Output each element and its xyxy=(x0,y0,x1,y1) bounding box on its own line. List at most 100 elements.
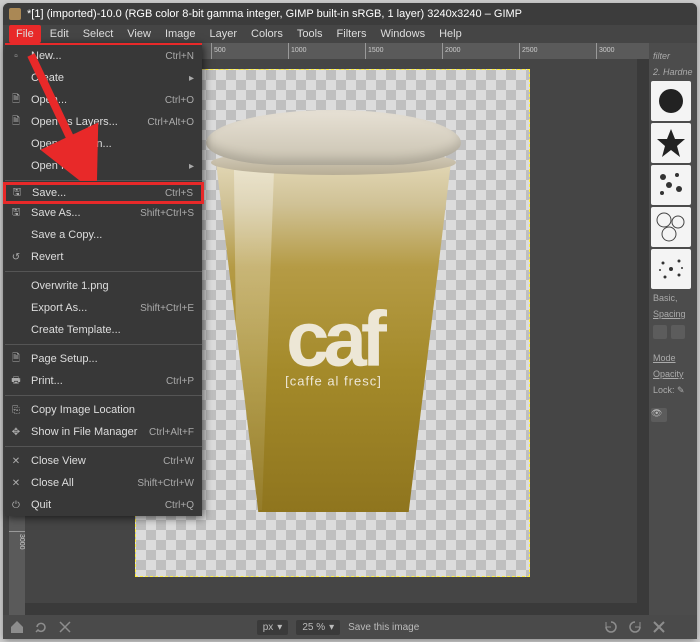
app-window: *[1] (imported)-10.0 (RGB color 8-bit ga… xyxy=(3,3,697,639)
menuitem-label: Save a Copy... xyxy=(31,229,186,241)
menuitem-create[interactable]: Create ▸ xyxy=(5,67,202,89)
menuitem-shortcut: Ctrl+Q xyxy=(165,500,194,511)
menuitem-show-in-file-manager[interactable]: ✥Show in File ManagerCtrl+Alt+F xyxy=(5,421,202,443)
menuitem-shortcut: Ctrl+N xyxy=(165,51,194,62)
menu-separator xyxy=(5,271,202,272)
mode-label[interactable]: Mode xyxy=(651,351,695,365)
menu-select[interactable]: Select xyxy=(78,27,119,41)
navigate-icon[interactable] xyxy=(675,619,691,635)
menuitem-shortcut: ▸ xyxy=(189,161,194,172)
menu-separator xyxy=(5,446,202,447)
menu-colors[interactable]: Colors xyxy=(246,27,288,41)
dropdown-icon: ▾ xyxy=(277,622,282,633)
ruler-tick: 1000 xyxy=(288,43,307,59)
menuitem-icon: ⎘ xyxy=(9,405,23,416)
menuitem-print[interactable]: 🖶Print...Ctrl+P xyxy=(5,370,202,392)
menuitem-icon: 🗎 xyxy=(9,351,23,368)
menuitem-shortcut: Ctrl+P xyxy=(166,376,194,387)
brush-preview-4[interactable] xyxy=(651,207,691,247)
menuitem-shortcut: Ctrl+W xyxy=(163,456,194,467)
hardness-label: 2. Hardne xyxy=(651,65,695,79)
scrollbar-vertical[interactable] xyxy=(637,59,649,603)
menuitem-copy-image-location[interactable]: ⎘ Copy Image Location xyxy=(5,399,202,421)
menu-edit[interactable]: Edit xyxy=(45,27,74,41)
lock-label: Lock: xyxy=(653,385,675,395)
menuitem-label: Close View xyxy=(31,455,155,467)
menuitem-shortcut: Shift+Ctrl+S xyxy=(140,208,194,219)
menuitem-label: Quit xyxy=(31,499,157,511)
spacing-label[interactable]: Spacing xyxy=(651,307,695,321)
menuitem-quit[interactable]: ⏻ Quit Ctrl+Q xyxy=(5,494,202,516)
panel-icon[interactable] xyxy=(653,325,667,339)
unit-selector[interactable]: px▾ xyxy=(257,620,289,635)
menuitem-shortcut: Ctrl+Alt+F xyxy=(149,427,194,438)
menuitem-icon: 🖫 xyxy=(10,185,24,202)
ruler-tick: 1500 xyxy=(365,43,384,59)
menuitem-open-recent[interactable]: Open Recent▸ xyxy=(5,155,202,177)
image-subject-cup: caf [caffe al fresc] xyxy=(216,110,451,520)
menuitem-shortcut: Shift+Ctrl+W xyxy=(137,478,194,489)
statusbar: px▾ 25 %▾ Save this image xyxy=(3,615,697,639)
menu-windows[interactable]: Windows xyxy=(375,27,430,41)
menuitem-shortcut: ▸ xyxy=(189,73,194,84)
menuitem-open-location[interactable]: Open Location... xyxy=(5,133,202,155)
menuitem-close-all[interactable]: ✕Close AllShift+Ctrl+W xyxy=(5,472,202,494)
menuitem-save-as[interactable]: 🖫Save As...Shift+Ctrl+S xyxy=(5,202,202,224)
crossbones-icon[interactable] xyxy=(651,619,667,635)
cup-logo-main: caf xyxy=(254,307,414,369)
menu-image[interactable]: Image xyxy=(160,27,201,41)
menuitem-label: Save... xyxy=(32,187,157,199)
brush-preview-1[interactable] xyxy=(651,81,691,121)
file-menu-dropdown: ▫New...Ctrl+NCreate▸🗎Open...Ctrl+O🗎Open … xyxy=(5,43,202,516)
zoom-selector[interactable]: 25 %▾ xyxy=(296,620,340,635)
basic-label: Basic, xyxy=(651,291,695,305)
scrollbar-horizontal[interactable] xyxy=(25,603,637,615)
menuitem-label: Create xyxy=(31,72,181,84)
visibility-eye-icon[interactable]: 👁 xyxy=(651,408,667,422)
menuitem-icon: 🗎 xyxy=(9,92,23,109)
menuitem-label: Open Location... xyxy=(31,138,186,150)
menuitem-page-setup[interactable]: 🗎 Page Setup... xyxy=(5,348,202,370)
status-message: Save this image xyxy=(348,622,419,633)
undo-icon[interactable] xyxy=(33,619,49,635)
menuitem-icon: ⏻ xyxy=(9,500,23,511)
rotate-right-icon[interactable] xyxy=(627,619,643,635)
menuitem-open-as-layers[interactable]: 🗎Open as Layers...Ctrl+Alt+O xyxy=(5,111,202,133)
menu-separator xyxy=(5,180,202,181)
menuitem-revert[interactable]: ↺Revert xyxy=(5,246,202,268)
menuitem-open[interactable]: 🗎Open...Ctrl+O xyxy=(5,89,202,111)
menuitem-export-as[interactable]: Export As...Shift+Ctrl+E xyxy=(5,297,202,319)
menu-layer[interactable]: Layer xyxy=(205,27,243,41)
menuitem-save[interactable]: 🖫 Save... Ctrl+S xyxy=(3,182,204,204)
brush-preview-2[interactable] xyxy=(651,123,691,163)
menuitem-new[interactable]: ▫New...Ctrl+N xyxy=(5,45,202,67)
menuitem-shortcut: Ctrl+S xyxy=(165,188,193,199)
menuitem-create-template[interactable]: Create Template... xyxy=(5,319,202,341)
menuitem-label: Print... xyxy=(31,375,158,387)
menuitem-icon: 🗎 xyxy=(9,114,23,131)
delete-icon[interactable] xyxy=(57,619,73,635)
brush-preview-5[interactable] xyxy=(651,249,691,289)
menuitem-label: Close All xyxy=(31,477,129,489)
ruler-tick: 3000 xyxy=(9,531,25,550)
cup-logo-sub: [caffe al fresc] xyxy=(254,373,414,388)
lock-icon[interactable]: ✎ xyxy=(677,385,685,395)
menuitem-save-a-copy[interactable]: Save a Copy... xyxy=(5,224,202,246)
menu-file[interactable]: File xyxy=(9,25,41,43)
menu-view[interactable]: View xyxy=(122,27,156,41)
menu-tools[interactable]: Tools xyxy=(292,27,328,41)
menuitem-overwrite-1-png[interactable]: Overwrite 1.png xyxy=(5,275,202,297)
menu-filters[interactable]: Filters xyxy=(332,27,372,41)
menuitem-label: Export As... xyxy=(31,302,132,314)
panel-icon[interactable] xyxy=(671,325,685,339)
rotate-left-icon[interactable] xyxy=(603,619,619,635)
home-icon[interactable] xyxy=(9,619,25,635)
menuitem-label: Copy Image Location xyxy=(31,404,186,416)
menuitem-shortcut: Ctrl+O xyxy=(165,95,194,106)
menuitem-label: Page Setup... xyxy=(31,353,186,365)
brush-preview-3[interactable] xyxy=(651,165,691,205)
menu-help[interactable]: Help xyxy=(434,27,467,41)
opacity-label[interactable]: Opacity xyxy=(651,367,695,381)
ruler-tick: 2500 xyxy=(519,43,538,59)
menuitem-close-view[interactable]: ✕Close ViewCtrl+W xyxy=(5,450,202,472)
